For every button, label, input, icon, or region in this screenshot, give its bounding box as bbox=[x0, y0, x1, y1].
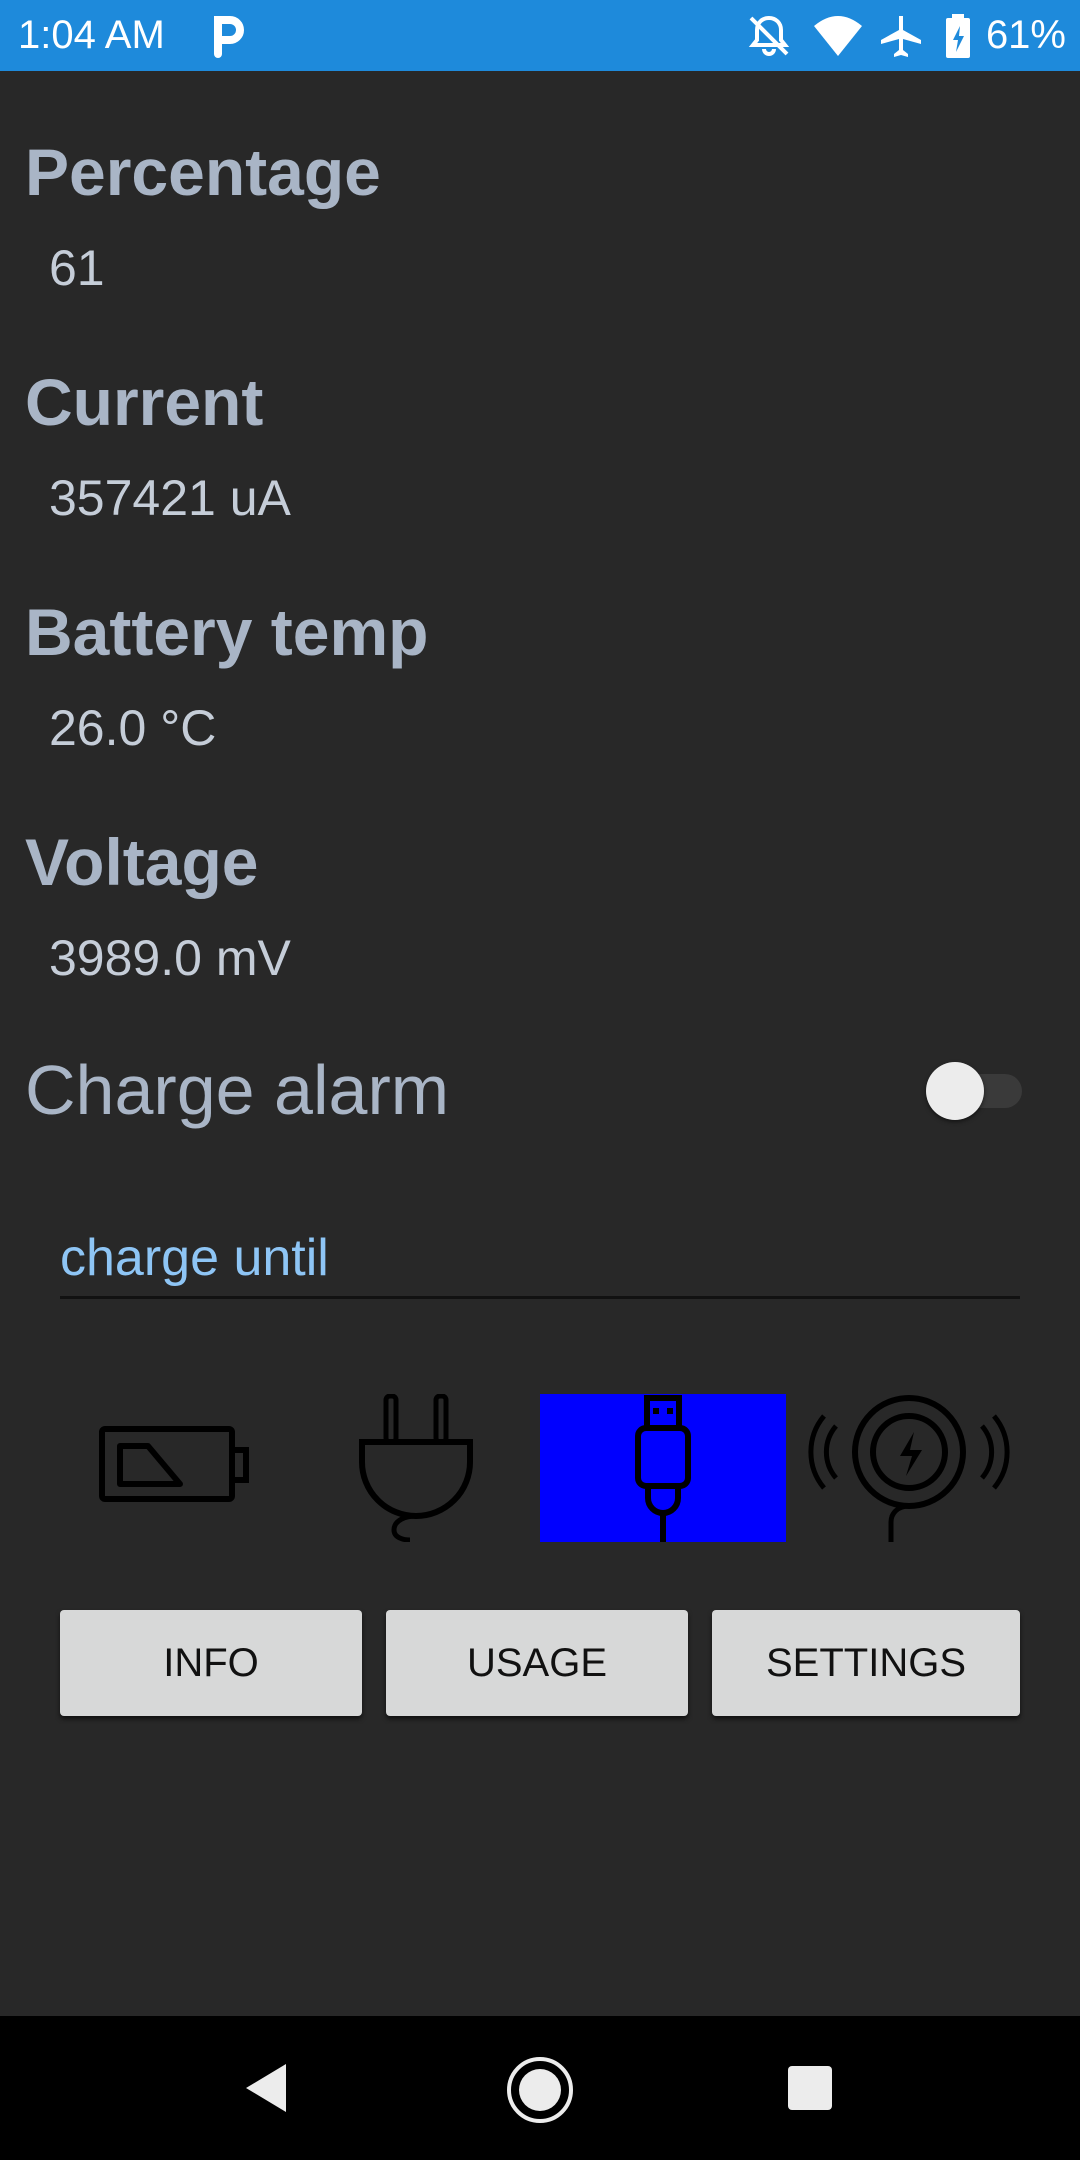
voltage-value: 3989.0 mV bbox=[49, 930, 291, 986]
battery-icon bbox=[99, 1426, 249, 1502]
recents-icon[interactable] bbox=[786, 2064, 834, 2112]
current-value: 357421 uA bbox=[49, 470, 291, 526]
charge-mode-usb[interactable] bbox=[540, 1394, 786, 1542]
navigation-bar bbox=[0, 2016, 1080, 2160]
status-bar: 1:04 AM 61% bbox=[0, 0, 1080, 71]
wifi-icon bbox=[814, 16, 862, 56]
status-battery-percent: 61% bbox=[985, 13, 1066, 57]
current-label: Current bbox=[25, 365, 264, 439]
battery-charging-icon bbox=[946, 14, 970, 58]
charge-until-input[interactable] bbox=[60, 1220, 1020, 1299]
charge-mode-ac[interactable] bbox=[294, 1393, 540, 1543]
back-icon[interactable] bbox=[238, 2060, 294, 2116]
info-button[interactable]: INFO bbox=[60, 1610, 362, 1716]
percentage-label: Percentage bbox=[25, 135, 381, 209]
usage-button[interactable]: USAGE bbox=[386, 1610, 688, 1716]
battery-temp-value: 26.0 °C bbox=[49, 700, 217, 756]
status-time: 1:04 AM bbox=[18, 13, 165, 57]
charge-alarm-switch[interactable] bbox=[924, 1060, 1024, 1120]
percentage-value: 61 bbox=[49, 240, 105, 296]
notifications-off-icon bbox=[748, 15, 790, 56]
home-icon[interactable] bbox=[504, 2054, 576, 2126]
charge-mode-battery[interactable] bbox=[48, 1394, 294, 1542]
ac-plug-icon bbox=[359, 1393, 473, 1543]
wireless-charging-icon bbox=[808, 1395, 1010, 1542]
voltage-label: Voltage bbox=[25, 825, 259, 899]
charge-alarm-label: Charge alarm bbox=[25, 1051, 450, 1129]
settings-button[interactable]: SETTINGS bbox=[712, 1610, 1020, 1716]
airplane-icon bbox=[881, 16, 921, 57]
usb-icon bbox=[635, 1395, 691, 1542]
charge-mode-wireless[interactable] bbox=[786, 1394, 1032, 1542]
battery-temp-label: Battery temp bbox=[25, 595, 429, 669]
p-icon bbox=[214, 16, 244, 58]
switch-thumb bbox=[926, 1062, 984, 1120]
